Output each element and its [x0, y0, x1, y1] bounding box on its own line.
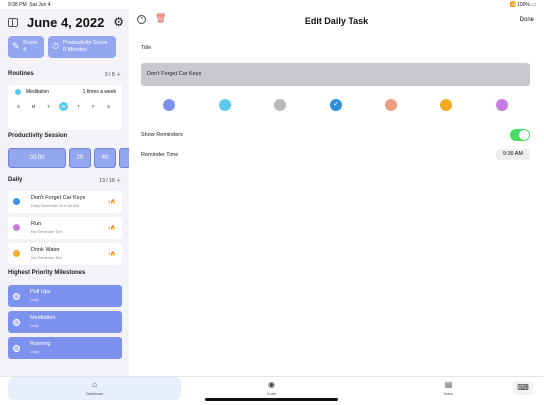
daily-item-sub: Daily Reminder At 9:36 AM: [31, 203, 79, 208]
daily-check-icon[interactable]: [13, 198, 20, 205]
routines-title: Routines: [8, 71, 34, 77]
show-reminders-label: Show Reminders: [141, 132, 183, 138]
productivity-score-label: Productivity Score: [63, 40, 108, 46]
streak-badge: 1🔥: [107, 199, 116, 204]
productivity-session-title: Productivity Session: [8, 133, 68, 139]
milestone-item[interactable]: Meditation Daily: [8, 311, 122, 333]
keyboard-icon[interactable]: ⌨: [513, 381, 533, 395]
tab-goals[interactable]: ◉ Goals: [185, 377, 358, 400]
milestone-check-icon[interactable]: [13, 293, 20, 300]
day-sat[interactable]: S: [104, 102, 113, 111]
show-reminders-toggle[interactable]: [510, 129, 530, 141]
milestone-check-icon[interactable]: [13, 345, 20, 352]
color-swatch-selected[interactable]: ✓: [330, 99, 342, 111]
home-indicator: [205, 398, 338, 401]
notes-icon: ▤: [444, 380, 453, 389]
sidebar-toggle-icon[interactable]: [8, 18, 18, 27]
reminder-time-label: Reminder Time: [141, 152, 179, 158]
milestone-sub: Daily: [30, 297, 39, 302]
day-wed[interactable]: W: [59, 102, 68, 111]
color-swatch-salmon[interactable]: [385, 99, 397, 111]
title-input[interactable]: Don't Forget Car Keys: [141, 63, 530, 86]
day-thu[interactable]: T: [74, 102, 83, 111]
session-option-more[interactable]: [119, 148, 129, 168]
page-title: Edit Daily Task: [304, 16, 369, 26]
productivity-score-card[interactable]: ⏱ Productivity Score 0 Minutes: [48, 36, 116, 58]
day-mon[interactable]: M: [29, 102, 38, 111]
date-header: June 4, 2022 ⚙: [8, 14, 126, 32]
color-swatch-cyan[interactable]: [219, 99, 231, 111]
milestone-name: Running: [30, 341, 51, 347]
reminder-time-picker[interactable]: 9:36 AM: [496, 149, 530, 160]
target-icon: ◉: [268, 380, 275, 389]
streak-badge: 1🔥: [107, 225, 116, 230]
gear-icon[interactable]: ⚙: [113, 15, 124, 29]
done-button[interactable]: Done: [520, 17, 534, 23]
daily-item-name: Drink Water: [31, 247, 60, 253]
status-battery: 📶 100% ▭: [509, 2, 536, 8]
score-value: 4: [23, 47, 27, 53]
daily-check-icon[interactable]: [13, 224, 20, 231]
daily-item-name: Run: [31, 221, 42, 227]
session-option-40[interactable]: 40: [94, 148, 116, 168]
edit-task-panel: × 🗑 Edit Daily Task Done Title Don't For…: [129, 9, 544, 376]
daily-check-icon[interactable]: [13, 250, 20, 257]
stopwatch-icon: ⏱: [52, 41, 60, 51]
daily-item-sub: No Reminder Set: [31, 255, 62, 260]
date-title: June 4, 2022: [27, 15, 105, 30]
milestone-sub: Daily: [30, 349, 39, 354]
day-fri[interactable]: F: [89, 102, 98, 111]
milestone-item[interactable]: Running Daily: [8, 337, 122, 359]
day-tue[interactable]: T: [44, 102, 53, 111]
daily-item[interactable]: Drink Water No Reminder Set 1🔥: [8, 243, 122, 265]
status-bar: 9:38 PM Sat Jun 4 📶 100% ▭: [0, 0, 544, 9]
streak-badge: 1🔥: [107, 251, 116, 256]
milestone-check-icon[interactable]: [13, 319, 20, 326]
checkmark-icon: ✓: [333, 101, 339, 108]
color-swatch-blue[interactable]: [163, 99, 175, 111]
daily-item[interactable]: Don't Forget Car Keys Daily Reminder At …: [8, 191, 122, 213]
score-label: Score: [23, 40, 38, 46]
routines-count[interactable]: 3 / 8 ＋: [105, 71, 121, 78]
sidebar: June 4, 2022 ⚙ ✎ Score 4 ⏱ Productivity …: [0, 9, 129, 376]
tab-dashboard[interactable]: ⌂ Dashboard: [8, 377, 181, 400]
color-swatch-gray[interactable]: [274, 99, 286, 111]
day-sun[interactable]: S: [14, 102, 23, 111]
daily-item[interactable]: Run No Reminder Set 1🔥: [8, 217, 122, 239]
house-icon: ⌂: [92, 380, 97, 389]
routine-name: Meditation: [26, 89, 50, 95]
daily-item-sub: No Reminder Set: [31, 229, 62, 234]
daily-count[interactable]: 13 / 16 ＋: [99, 177, 121, 184]
milestone-item[interactable]: Pull Ups Daily: [8, 285, 122, 307]
daily-title: Daily: [8, 177, 23, 183]
routine-color-dot: [15, 89, 21, 95]
toggle-knob: [519, 130, 529, 140]
milestone-name: Meditation: [30, 315, 56, 321]
color-swatch-purple[interactable]: [496, 99, 508, 111]
session-option-20[interactable]: 20: [69, 148, 91, 168]
milestone-sub: Daily: [30, 323, 39, 328]
pencil-icon: ✎: [12, 41, 20, 51]
productivity-score-value: 0 Minutes: [63, 47, 87, 53]
title-label: Title: [141, 45, 152, 51]
tab-label: Notes: [443, 392, 454, 396]
routine-card[interactable]: Meditation 1 times a week S M T W T F S: [8, 85, 122, 130]
color-swatch-orange[interactable]: [440, 99, 452, 111]
routine-days: S M T W T F S: [12, 102, 118, 112]
daily-item-name: Don't Forget Car Keys: [31, 195, 86, 201]
status-time: 9:38 PM Sat Jun 4: [8, 2, 51, 8]
tab-notes[interactable]: ▤ Notes: [362, 377, 535, 400]
routine-frequency: 1 times a week: [82, 89, 116, 95]
tab-label: Goals: [266, 392, 277, 396]
milestones-title: Highest Priority Milestones: [8, 270, 86, 276]
score-card[interactable]: ✎ Score 4: [8, 36, 44, 58]
session-timer[interactable]: 00:00: [8, 148, 66, 168]
milestone-name: Pull Ups: [30, 289, 51, 295]
tab-label: Dashboard: [85, 392, 104, 396]
